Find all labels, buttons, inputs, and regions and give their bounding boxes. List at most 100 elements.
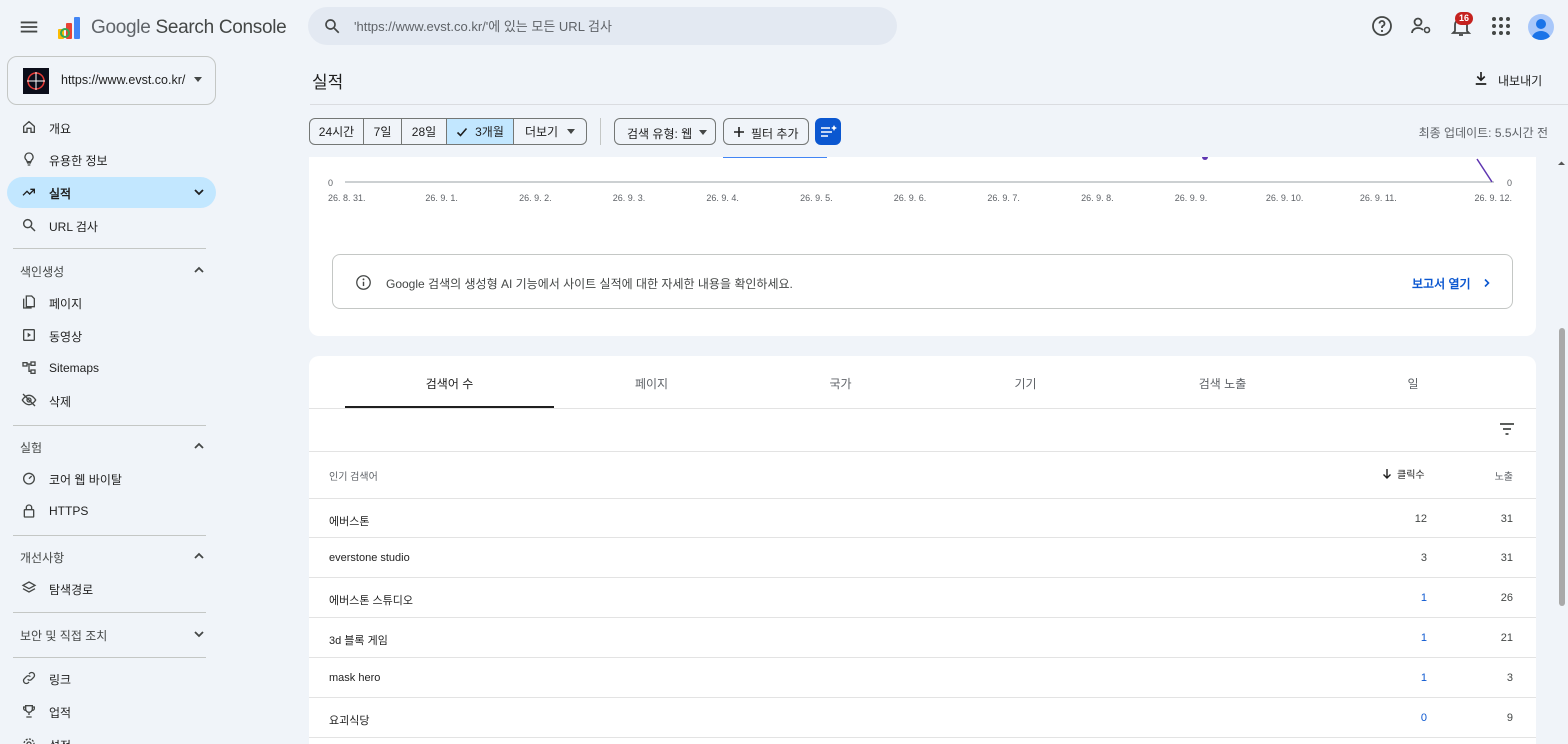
nav-performance[interactable]: 실적 xyxy=(7,177,216,208)
nav-videos[interactable]: 동영상 xyxy=(7,320,216,351)
table-row[interactable]: 3d 블록 게임 1 21 xyxy=(309,618,1536,658)
url-inspection-search[interactable] xyxy=(308,7,897,45)
tab-dates[interactable]: 일 xyxy=(1326,356,1500,408)
x-tick-label: 26. 9. 4. xyxy=(706,193,739,203)
more-label: 더보기 xyxy=(524,125,559,139)
filter-list-icon[interactable] xyxy=(1497,419,1517,439)
table-row[interactable]: 에버스톤 스튜디오 1 26 xyxy=(309,578,1536,618)
table-row[interactable]: mask hero 1 3 xyxy=(309,658,1536,698)
check-icon xyxy=(457,127,468,137)
open-report-link[interactable]: 보고서 열기 xyxy=(1412,275,1492,292)
caret-down-icon xyxy=(194,77,202,82)
date-range-7d[interactable]: 7일 xyxy=(364,119,402,144)
nav-insights[interactable]: 유용한 정보 xyxy=(7,144,216,175)
section-enhancements[interactable]: 개선사항 xyxy=(7,543,216,569)
help-icon[interactable] xyxy=(1370,14,1394,38)
section-experience[interactable]: 실험 xyxy=(7,433,216,459)
tabs-divider xyxy=(309,408,1536,409)
table-row[interactable]: everstone studio 3 31 xyxy=(309,538,1536,578)
nav-https[interactable]: HTTPS xyxy=(7,496,216,527)
divider xyxy=(13,612,206,613)
tab-label: 검색 노출 xyxy=(1198,377,1247,391)
table-row[interactable]: 요괴식당 0 9 xyxy=(309,698,1536,738)
query-cell: 3d 블록 게임 xyxy=(329,635,388,647)
nav-label: Sitemaps xyxy=(49,361,100,375)
search-console-logo xyxy=(58,17,80,39)
date-range-28d[interactable]: 28일 xyxy=(402,119,447,144)
clicks-cell: 3 xyxy=(1420,552,1427,564)
caret-down-icon xyxy=(699,130,707,135)
nav-breadcrumbs[interactable]: 탐색경로 xyxy=(7,573,216,604)
scrollbar-thumb[interactable] xyxy=(1559,328,1565,606)
clicks-cell: 1 xyxy=(1420,672,1427,684)
search-type-chip[interactable]: 검색 유형: 웹 xyxy=(614,118,716,145)
nav-url-inspection[interactable]: URL 검사 xyxy=(7,210,216,241)
column-header-impressions[interactable]: 노출 xyxy=(1495,468,1513,483)
date-range-3m[interactable]: 3개월 xyxy=(447,119,514,144)
manage-users-icon[interactable] xyxy=(1409,14,1433,38)
performance-chart: 0 0 26. 8. 31. 26. 9. 1. 26. 9. 2. 26. 9. 3. 2… xyxy=(328,157,1512,203)
date-range-label: 28일 xyxy=(411,125,437,139)
nav-pages[interactable]: 페이지 xyxy=(7,287,216,318)
target-icon xyxy=(27,72,45,90)
arrow-down-icon xyxy=(1383,469,1391,479)
nav-label: URL 검사 xyxy=(49,220,98,234)
x-tick-label: 26. 9. 8. xyxy=(1081,193,1114,203)
tab-devices[interactable]: 기기 xyxy=(932,356,1119,408)
nav-sitemaps[interactable]: Sitemaps xyxy=(7,353,216,384)
nav-settings[interactable]: 설정 xyxy=(7,729,216,744)
apps-grid-icon[interactable] xyxy=(1489,14,1513,38)
column-header-clicks[interactable]: 클릭수 xyxy=(1382,466,1425,481)
plus-icon xyxy=(734,127,744,137)
property-selector[interactable]: https://www.evst.co.kr/ xyxy=(7,56,216,105)
account-avatar[interactable] xyxy=(1528,14,1554,40)
clicks-cell: 0 xyxy=(1420,712,1427,724)
nav-label: 실적 xyxy=(49,187,72,201)
impressions-cell: 21 xyxy=(1500,632,1513,644)
layers-icon xyxy=(21,581,37,593)
nav-achievements[interactable]: 업적 xyxy=(7,696,216,727)
performance-chart-card: 0 0 26. 8. 31. 26. 9. 1. 26. 9. 2. 26. 9. 3. 2… xyxy=(309,157,1536,336)
table-row[interactable]: 에버스톤 12 31 xyxy=(309,498,1536,538)
lightbulb-icon xyxy=(24,152,34,166)
scroll-up-icon[interactable] xyxy=(1555,158,1568,168)
nav-label: 개요 xyxy=(49,122,72,136)
search-input[interactable] xyxy=(354,16,874,36)
add-filter-chip[interactable]: 필터 추가 xyxy=(723,118,809,145)
date-range-more[interactable]: 더보기 xyxy=(514,119,586,144)
notification-badge: 16 xyxy=(1455,12,1474,25)
tab-queries[interactable]: 검색어 수 xyxy=(345,356,554,408)
menu-icon[interactable] xyxy=(18,16,40,38)
avatar-person-icon xyxy=(1531,19,1551,40)
nav-core-web-vitals[interactable]: 코어 웹 바이탈 xyxy=(7,463,216,494)
tab-label: 기기 xyxy=(1014,377,1037,391)
nav-overview[interactable]: 개요 xyxy=(7,112,216,143)
trophy-icon xyxy=(23,705,35,718)
tab-label: 일 xyxy=(1407,377,1419,391)
nav-removals[interactable]: 삭제 xyxy=(7,385,216,416)
date-range-24h[interactable]: 24시간 xyxy=(310,119,364,144)
nav-links[interactable]: 링크 xyxy=(7,663,216,694)
banner-text: Google 검색의 생성형 AI 기능에서 사이트 실적에 대한 자세한 내용… xyxy=(386,277,793,291)
caret-down-icon xyxy=(567,129,576,134)
section-indexing[interactable]: 색인생성 xyxy=(7,257,216,283)
impressions-cell: 9 xyxy=(1506,712,1513,724)
pages-icon xyxy=(23,295,35,309)
x-tick-label: 26. 9. 10. xyxy=(1266,193,1304,203)
chevron-down-icon xyxy=(194,189,204,196)
tab-search-appearance[interactable]: 검색 노출 xyxy=(1119,356,1326,408)
section-security-manual-actions[interactable]: 보안 및 직접 조치 xyxy=(7,621,216,647)
last-updated-text: 최종 업데이트: 5.5시간 전 xyxy=(1418,126,1548,140)
section-label: 실험 xyxy=(20,441,43,455)
ai-config-button[interactable] xyxy=(815,118,841,145)
divider xyxy=(13,425,206,426)
visibility-off-icon xyxy=(21,393,37,407)
tab-pages[interactable]: 페이지 xyxy=(554,356,749,408)
chevron-right-icon xyxy=(1484,278,1490,288)
chevron-up-icon xyxy=(194,552,204,559)
x-tick-label: 26. 9. 7. xyxy=(987,193,1020,203)
column-header-query: 인기 검색어 xyxy=(329,472,378,483)
chevron-down-icon xyxy=(194,631,204,638)
nav-label: 탐색경로 xyxy=(49,583,94,597)
tab-countries[interactable]: 국가 xyxy=(749,356,932,408)
